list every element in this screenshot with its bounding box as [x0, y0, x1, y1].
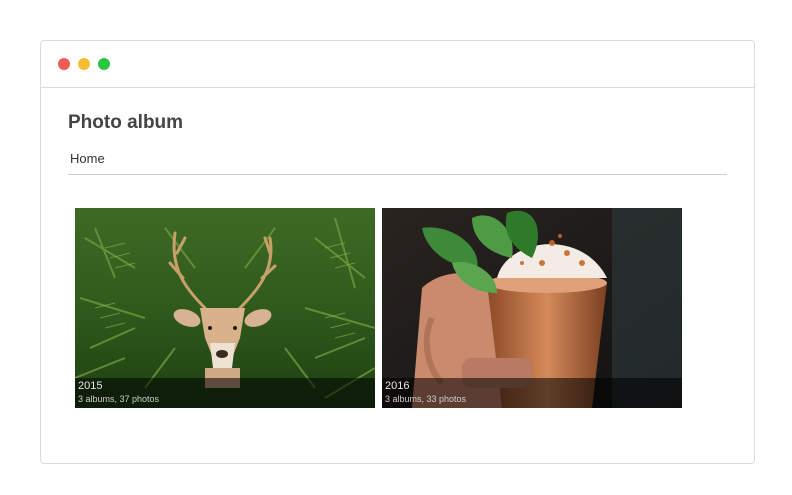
album-card-2015[interactable]: 2015 3 albums, 37 photos: [75, 208, 375, 408]
breadcrumb-home-link[interactable]: Home: [70, 151, 105, 166]
page-content: Photo album Home 2015 3 albums, 37 photo…: [41, 89, 754, 463]
minimize-window-icon[interactable]: [78, 58, 90, 70]
album-gallery: 2015 3 albums, 37 photos 2016 3 albums, …: [75, 208, 685, 408]
album-year: 2016: [385, 380, 410, 392]
maximize-window-icon[interactable]: [98, 58, 110, 70]
album-meta: 3 albums, 37 photos: [78, 394, 160, 404]
browser-window: Photo album Home 2015 3 albums, 37 photo…: [40, 40, 755, 464]
album-meta: 3 albums, 33 photos: [385, 394, 467, 404]
breadcrumb: Home: [68, 151, 727, 175]
close-window-icon[interactable]: [58, 58, 70, 70]
album-caption: 2015 3 albums, 37 photos: [75, 378, 375, 408]
page-title: Photo album: [68, 112, 184, 133]
album-caption: 2016 3 albums, 33 photos: [382, 378, 682, 408]
album-year: 2015: [78, 380, 103, 392]
window-titlebar: [41, 41, 754, 88]
album-card-2016[interactable]: 2016 3 albums, 33 photos: [382, 208, 682, 408]
